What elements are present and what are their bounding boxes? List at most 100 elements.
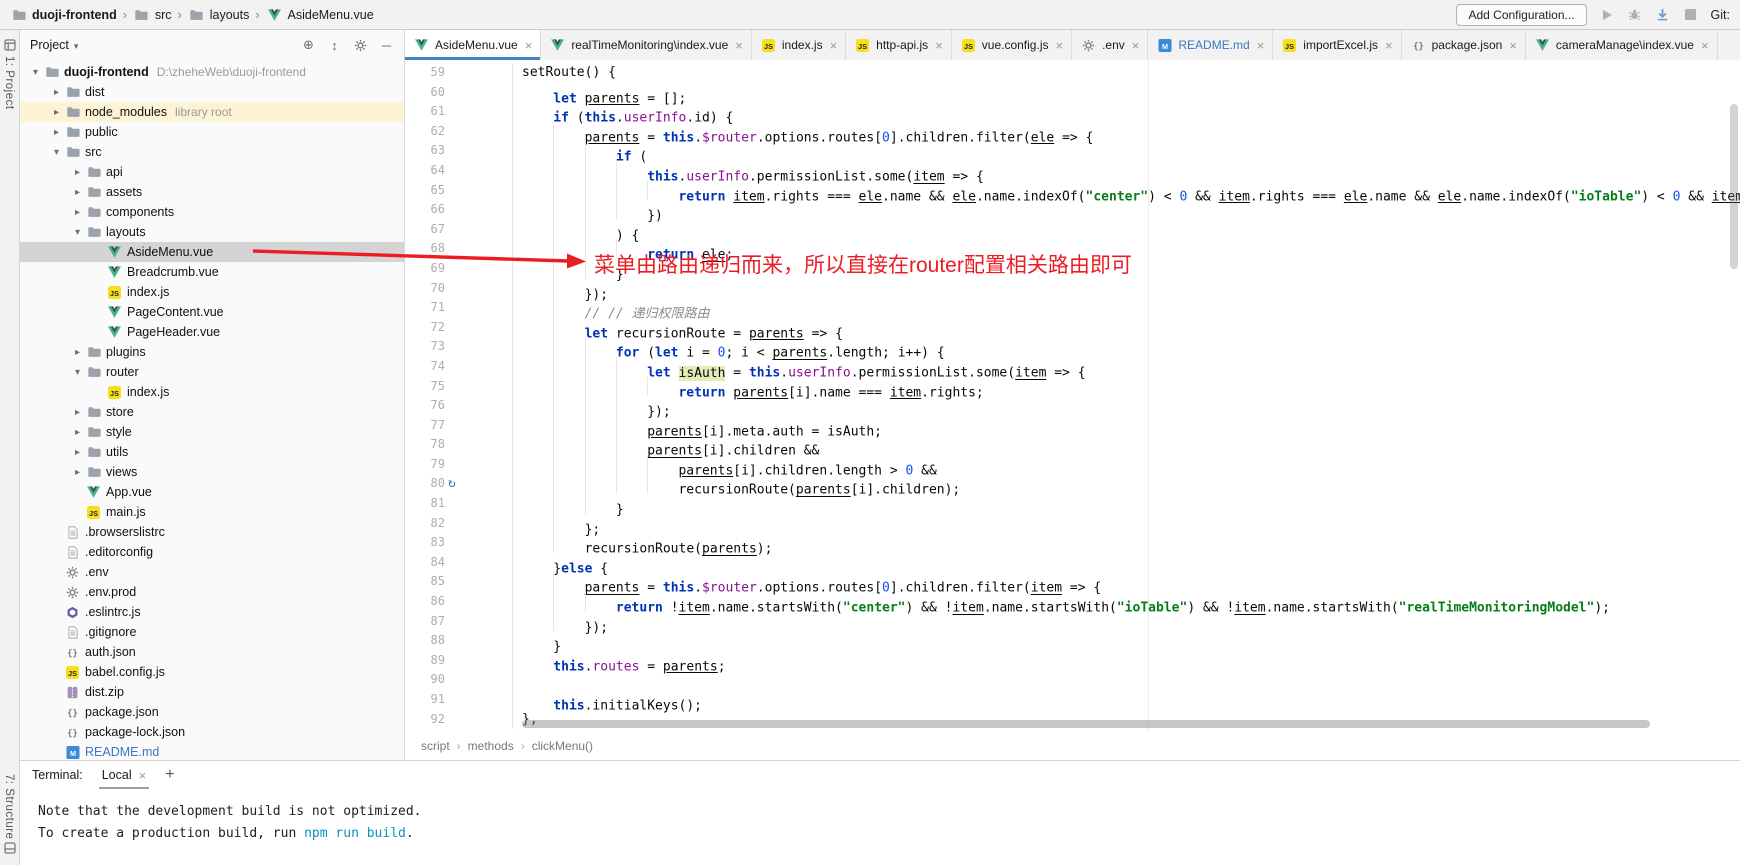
tree-item[interactable]: ▸utils	[20, 442, 404, 462]
tree-item[interactable]: JSindex.js	[20, 282, 404, 302]
chevron-collapsed-icon[interactable]: ▸	[70, 447, 85, 458]
tree-item[interactable]: ▸node_moduleslibrary root	[20, 102, 404, 122]
code-line[interactable]: 83recursionRoute(parents);	[405, 533, 1740, 553]
tree-item[interactable]: .gitignore	[20, 622, 404, 642]
code-line[interactable]: 91this.initialKeys();	[405, 690, 1740, 710]
tree-item[interactable]: {}auth.json	[20, 642, 404, 662]
editor-tab[interactable]: MREADME.md×	[1148, 30, 1273, 60]
tree-item[interactable]: .env.prod	[20, 582, 404, 602]
tab-close-icon[interactable]: ×	[935, 38, 943, 53]
editor-tab[interactable]: JSimportExcel.js×	[1273, 30, 1401, 60]
tab-close-icon[interactable]: ×	[830, 38, 838, 53]
code-line[interactable]: 62parents = this.$router.options.routes[…	[405, 122, 1740, 142]
chevron-collapsed-icon[interactable]: ▸	[70, 347, 85, 358]
code-line[interactable]: 81}	[405, 494, 1740, 514]
editor-tab[interactable]: JSindex.js×	[752, 30, 846, 60]
locate-file-icon[interactable]: ⊕	[301, 38, 316, 53]
tree-item[interactable]: ▸store	[20, 402, 404, 422]
add-configuration-button[interactable]: Add Configuration...	[1456, 4, 1586, 26]
chevron-expanded-icon[interactable]: ▾	[70, 227, 85, 238]
debug-icon[interactable]	[1627, 7, 1643, 23]
code-line[interactable]: 89this.routes = parents;	[405, 651, 1740, 671]
editor-breadcrumb-item[interactable]: methods	[468, 739, 514, 753]
tree-item[interactable]: PageContent.vue	[20, 302, 404, 322]
tree-item[interactable]: .editorconfig	[20, 542, 404, 562]
breadcrumb-item[interactable]: src	[131, 8, 174, 22]
chevron-collapsed-icon[interactable]: ▸	[70, 427, 85, 438]
tree-item[interactable]: ▸components	[20, 202, 404, 222]
tab-close-icon[interactable]: ×	[1132, 38, 1140, 53]
chevron-collapsed-icon[interactable]: ▸	[70, 407, 85, 418]
editor-tab[interactable]: AsideMenu.vue×	[405, 30, 541, 60]
code-line[interactable]: 76});	[405, 396, 1740, 416]
code-line[interactable]: 59setRoute() {	[405, 63, 1740, 83]
chevron-collapsed-icon[interactable]: ▸	[49, 87, 64, 98]
tree-item[interactable]: ▸views	[20, 462, 404, 482]
expand-collapse-icon[interactable]: ↕	[327, 38, 342, 53]
project-view-selector[interactable]: Project	[30, 38, 69, 52]
code-line[interactable]: 60let parents = [];	[405, 83, 1740, 103]
vertical-scrollbar[interactable]	[1730, 104, 1738, 269]
code-line[interactable]: 67) {	[405, 220, 1740, 240]
code-line[interactable]: 85parents = this.$router.options.routes[…	[405, 572, 1740, 592]
tree-item[interactable]: ▾router	[20, 362, 404, 382]
code-line[interactable]: 72let recursionRoute = parents => {	[405, 318, 1740, 338]
tree-item[interactable]: AsideMenu.vue	[20, 242, 404, 262]
code-editor[interactable]: 59setRoute() {60let parents = [];61if (t…	[405, 60, 1740, 732]
code-line[interactable]: 78parents[i].children &&	[405, 435, 1740, 455]
editor-tab[interactable]: realTimeMonitoring\index.vue×	[541, 30, 752, 60]
editor-tab[interactable]: {}package.json×	[1402, 30, 1526, 60]
terminal-output[interactable]: Note that the development build is not o…	[20, 789, 1740, 845]
code-line[interactable]: 71// // 递归权限路由	[405, 298, 1740, 318]
chevron-collapsed-icon[interactable]: ▸	[70, 207, 85, 218]
tree-item[interactable]: ▸assets	[20, 182, 404, 202]
new-terminal-icon[interactable]: +	[165, 766, 174, 784]
code-line[interactable]: 79parents[i].children.length > 0 &&	[405, 455, 1740, 475]
chevron-expanded-icon[interactable]: ▾	[70, 367, 85, 378]
code-line[interactable]: 74let isAuth = this.userInfo.permissionL…	[405, 357, 1740, 377]
tree-item[interactable]: ▸style	[20, 422, 404, 442]
tree-item[interactable]: ▸api	[20, 162, 404, 182]
tree-item[interactable]: .eslintrc.js	[20, 602, 404, 622]
tree-item[interactable]: JSindex.js	[20, 382, 404, 402]
tree-item[interactable]: MREADME.md	[20, 742, 404, 760]
code-line[interactable]: 69}	[405, 259, 1740, 279]
tree-item[interactable]: Breadcrumb.vue	[20, 262, 404, 282]
terminal-tab-local[interactable]: Local ×	[99, 761, 149, 789]
tree-item[interactable]: {}package-lock.json	[20, 722, 404, 742]
hide-panel-icon[interactable]: ─	[379, 38, 394, 53]
code-line[interactable]: 61if (this.userInfo.id) {	[405, 102, 1740, 122]
tab-close-icon[interactable]: ×	[1055, 38, 1063, 53]
code-line[interactable]: 73for (let i = 0; i < parents.length; i+…	[405, 337, 1740, 357]
tab-close-icon[interactable]: ×	[1701, 38, 1709, 53]
tab-close-icon[interactable]: ×	[1509, 38, 1517, 53]
code-line[interactable]: 68return ele;	[405, 239, 1740, 259]
stop-icon[interactable]	[1683, 7, 1699, 23]
tree-item[interactable]: {}package.json	[20, 702, 404, 722]
project-tool-window-button[interactable]: 1: Project	[3, 56, 15, 110]
tree-item[interactable]: .env	[20, 562, 404, 582]
bottom-stripe-icon[interactable]	[4, 841, 16, 859]
tree-item[interactable]: ▾layouts	[20, 222, 404, 242]
tree-item[interactable]: PageHeader.vue	[20, 322, 404, 342]
update-project-icon[interactable]	[1655, 7, 1671, 23]
code-line[interactable]: 80↻recursionRoute(parents[i].children);	[405, 474, 1740, 494]
breadcrumb-item[interactable]: AsideMenu.vue	[264, 8, 376, 22]
code-line[interactable]: 86return !item.name.startsWith("center")…	[405, 592, 1740, 612]
run-icon[interactable]	[1599, 7, 1615, 23]
editor-breadcrumb-item[interactable]: script	[421, 739, 450, 753]
chevron-collapsed-icon[interactable]: ▸	[49, 107, 64, 118]
tree-item[interactable]: App.vue	[20, 482, 404, 502]
chevron-collapsed-icon[interactable]: ▸	[49, 127, 64, 138]
code-line[interactable]: 70});	[405, 279, 1740, 299]
code-line[interactable]: 77parents[i].meta.auth = isAuth;	[405, 416, 1740, 436]
tree-item[interactable]: ▸public	[20, 122, 404, 142]
breadcrumb-item[interactable]: layouts	[186, 8, 252, 22]
chevron-collapsed-icon[interactable]: ▸	[70, 167, 85, 178]
code-line[interactable]: 82};	[405, 514, 1740, 534]
code-line[interactable]: 65return item.rights === ele.name && ele…	[405, 181, 1740, 201]
tree-item[interactable]: ▾src	[20, 142, 404, 162]
tree-item[interactable]: ▸dist	[20, 82, 404, 102]
horizontal-scrollbar[interactable]	[522, 720, 1650, 728]
tree-item[interactable]: dist.zip	[20, 682, 404, 702]
